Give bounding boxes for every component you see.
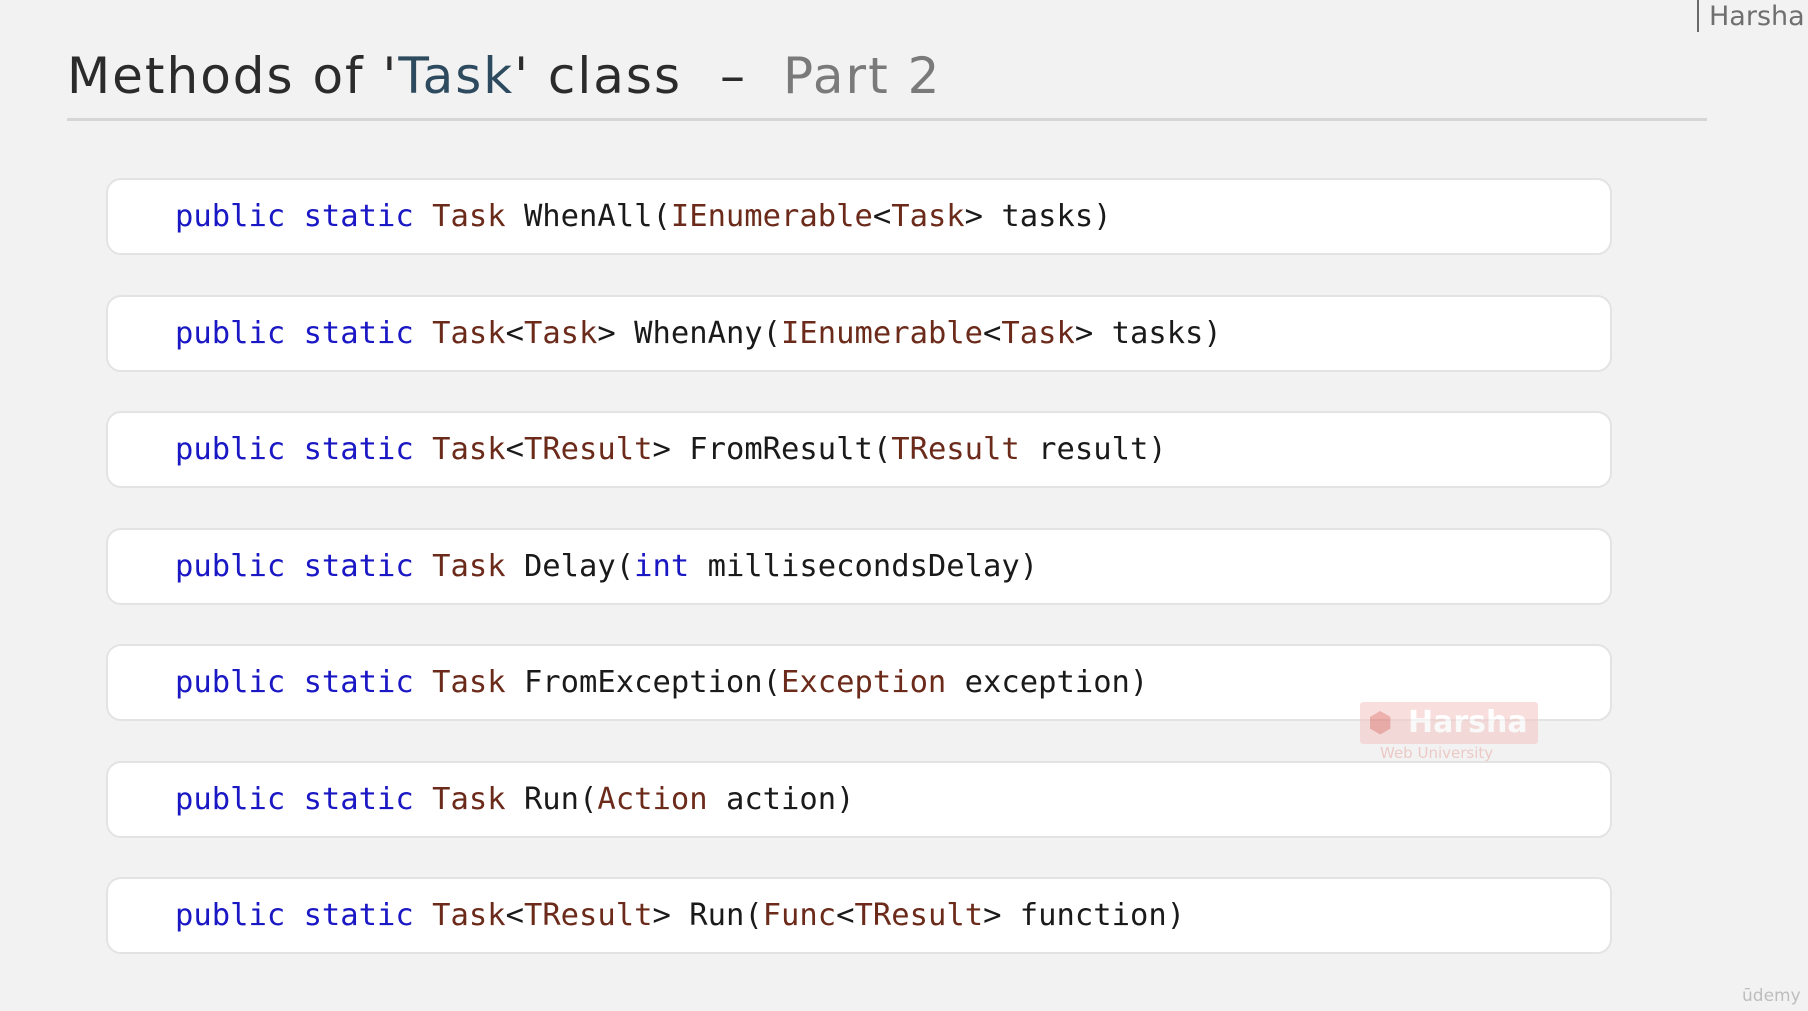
code-text: millisecondsDelay) — [689, 548, 1039, 584]
code-type: Task — [432, 548, 506, 584]
code-type: TResult — [854, 898, 984, 933]
code-keyword: static — [303, 548, 414, 584]
code-type: Task — [432, 315, 506, 351]
code-text: WhenAll( — [505, 199, 671, 234]
watermark-badge: ⬢ Harsha — [1360, 702, 1538, 744]
code-type: TResult — [523, 898, 653, 933]
code-keyword: static — [303, 781, 414, 817]
code-keyword: public — [175, 898, 286, 933]
code-keyword: static — [303, 898, 414, 933]
code-text: result) — [1019, 432, 1167, 467]
code-keyword: static — [303, 315, 414, 351]
method-signature-card: public static Task Run(Action action) — [106, 760, 1612, 838]
method-signature-card: public static Task<TResult> Run(Func<TRe… — [106, 877, 1612, 954]
code-type: TResult — [523, 432, 653, 467]
method-list: public static Task WhenAll(IEnumerable<T… — [106, 178, 1612, 994]
code-type: Task — [523, 315, 598, 351]
code-keyword: public — [175, 665, 286, 700]
code-type: Task — [432, 665, 506, 700]
code-text: > tasks) — [1074, 315, 1222, 351]
code-keyword: static — [303, 199, 414, 234]
code-keyword: public — [175, 548, 286, 584]
watermark-subtitle: Web University — [1380, 744, 1494, 762]
watermark: ⬢ Harsha Web University — [1360, 702, 1538, 762]
code-type: Task — [432, 898, 506, 933]
method-signature-card: public static Task<Task> WhenAny(IEnumer… — [106, 294, 1612, 372]
code-type: IEnumerable — [670, 199, 873, 234]
title-part: Part 2 — [783, 47, 942, 105]
code-text: > function) — [983, 898, 1186, 933]
code-text: < — [872, 199, 892, 234]
code-keyword: int — [634, 548, 690, 584]
code-type: Task — [1001, 315, 1075, 351]
code-type: Task — [432, 781, 506, 817]
code-text: Delay( — [505, 548, 635, 584]
author-tag: Harsha — [1697, 0, 1805, 32]
code-text: FromException( — [505, 665, 782, 700]
code-text: Run( — [505, 781, 598, 817]
code-text: > WhenAny( — [597, 315, 782, 351]
code-type: IEnumerable — [781, 315, 984, 351]
code-text: < — [505, 432, 524, 467]
code-text: < — [836, 898, 855, 933]
page-title: Methods of 'Task' class – Part 2 — [67, 44, 941, 108]
code-type: Task — [891, 199, 965, 234]
code-text: < — [505, 315, 524, 351]
title-prefix: Methods of ' — [67, 47, 399, 105]
code-type: Task — [432, 199, 506, 234]
code-text: < — [505, 898, 524, 933]
code-type: Action — [597, 781, 708, 817]
code-type: Exception — [781, 665, 947, 700]
code-type: TResult — [891, 432, 1020, 467]
code-keyword: public — [175, 432, 286, 467]
code-text: < — [983, 315, 1002, 351]
title-suffix: ' class — [514, 47, 682, 105]
method-signature-card: public static Task<TResult> FromResult(T… — [106, 411, 1612, 488]
title-class-name: Task — [398, 47, 515, 105]
code-keyword: public — [175, 315, 286, 351]
code-keyword: public — [175, 781, 286, 817]
code-text: > tasks) — [964, 199, 1112, 234]
title-divider — [67, 118, 1707, 121]
code-keyword: static — [303, 432, 414, 467]
platform-watermark: ūdemy — [1742, 986, 1801, 1006]
code-keyword: static — [303, 665, 414, 700]
code-type: Func — [762, 898, 837, 933]
title-separator: – — [720, 47, 747, 105]
hexagon-logo-icon: ⬢ — [1368, 706, 1393, 739]
code-type: Task — [432, 432, 506, 467]
code-text: action) — [707, 781, 855, 817]
code-keyword: public — [175, 199, 286, 234]
method-signature-card: public static Task WhenAll(IEnumerable<T… — [106, 178, 1612, 255]
code-text: exception) — [946, 665, 1149, 700]
code-text: > FromResult( — [652, 432, 892, 467]
watermark-name: Harsha — [1408, 705, 1528, 740]
method-signature-card: public static Task Delay(int millisecond… — [106, 527, 1612, 605]
code-text: > Run( — [652, 898, 763, 933]
